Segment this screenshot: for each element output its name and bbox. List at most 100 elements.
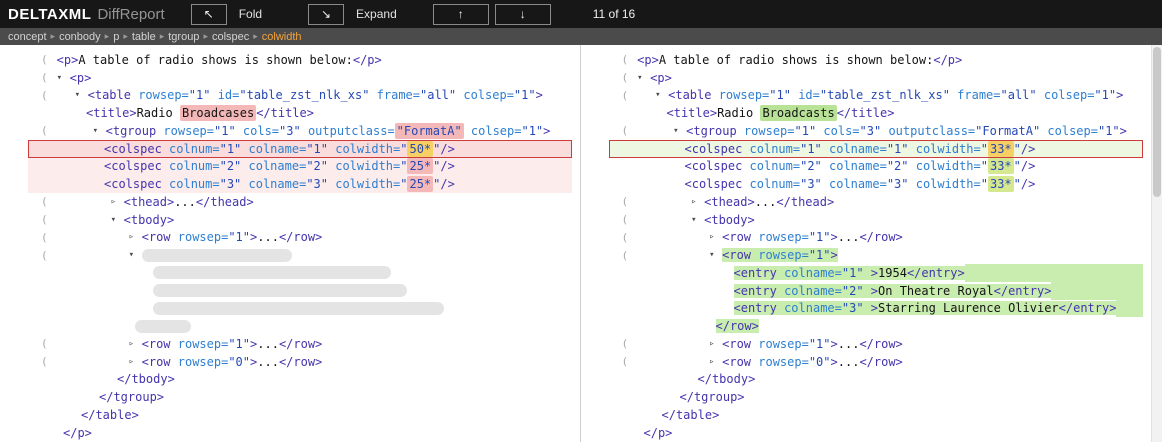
fold-region-mark[interactable]: ( <box>622 231 629 244</box>
diff-token: 33* <box>988 141 1014 157</box>
ghost-content-bar <box>135 320 191 333</box>
code-token: <colspec <box>104 142 162 156</box>
code-token: "all" <box>1001 88 1037 102</box>
fold-region-mark[interactable]: ( <box>622 213 629 226</box>
fold-region-mark[interactable]: ( <box>622 89 629 102</box>
code-token: <colspec <box>685 177 743 191</box>
fold-button[interactable]: ↖ <box>191 4 227 25</box>
expand-button[interactable]: ↘ <box>308 4 344 25</box>
fold-closed-icon[interactable]: ▹ <box>691 197 704 207</box>
code-token: "1" <box>800 142 822 156</box>
code-line: <entry colname="2" >On Theatre Royal</en… <box>581 282 1152 300</box>
code-line: (<p>A table of radio shows is shown belo… <box>0 51 580 69</box>
previous-diff-button[interactable]: ↑ <box>433 4 489 25</box>
code-token: colname= <box>777 284 842 298</box>
fold-closed-icon[interactable]: ▹ <box>129 357 142 367</box>
code-token: ... <box>838 337 860 351</box>
code-token: "table_zst_nlk_xs" <box>239 88 369 102</box>
fold-open-icon[interactable]: ▾ <box>57 73 70 83</box>
code-token: > <box>1116 88 1123 102</box>
code-token: " <box>981 177 988 191</box>
scrollbar-thumb[interactable] <box>1153 47 1161 197</box>
code-token: <entry <box>734 266 777 280</box>
code-token: " <box>400 177 407 191</box>
code-token: </entry> <box>994 284 1052 298</box>
fold-open-icon[interactable]: ▾ <box>75 90 88 100</box>
fold-closed-icon[interactable]: ▹ <box>129 232 142 242</box>
code-token: colwidth= <box>909 159 981 173</box>
fold-region-mark[interactable]: ( <box>41 231 48 244</box>
code-token: <p> <box>57 53 79 67</box>
fold-region-mark[interactable]: ( <box>622 355 629 368</box>
fold-open-icon[interactable]: ▾ <box>655 90 668 100</box>
breadcrumb-separator-icon: ▸ <box>160 31 165 42</box>
code-token: colname= <box>822 142 887 156</box>
fold-region-mark[interactable]: ( <box>41 213 48 226</box>
fold-region-mark[interactable]: ( <box>41 89 48 102</box>
code-token: colwidth= <box>328 177 400 191</box>
inserted-block-fill <box>1051 282 1143 300</box>
fold-region-mark[interactable]: ( <box>41 249 48 262</box>
fold-region-mark[interactable]: ( <box>622 53 629 66</box>
fold-region-mark[interactable]: ( <box>41 53 48 66</box>
fold-closed-icon[interactable]: ▹ <box>111 197 124 207</box>
breadcrumb-item-tgroup[interactable]: tgroup <box>168 31 199 43</box>
code-line: <colspec colnum="3" colname="3" colwidth… <box>0 175 580 193</box>
fold-region-mark[interactable]: ( <box>622 249 629 262</box>
fold-arrow-icon: ↖ <box>204 7 214 21</box>
breadcrumb-item-concept[interactable]: concept <box>8 31 47 43</box>
breadcrumb-item-conbody[interactable]: conbody <box>59 31 101 43</box>
code-token: A table of radio shows is shown below: <box>659 53 934 67</box>
code-token: </thead> <box>196 195 254 209</box>
code-token: id= <box>791 88 820 102</box>
fold-open-icon[interactable]: ▾ <box>111 215 124 225</box>
breadcrumb-item-colwidth[interactable]: colwidth <box>262 31 302 43</box>
fold-closed-icon[interactable]: ▹ <box>709 357 722 367</box>
code-token: <table <box>88 88 131 102</box>
fold-region-mark[interactable]: ( <box>622 337 629 350</box>
code-token: </row> <box>279 355 322 369</box>
code-token: <colspec <box>104 159 162 173</box>
code-token: colname= <box>822 177 887 191</box>
fold-region-mark[interactable]: ( <box>41 124 48 137</box>
vertical-scrollbar[interactable] <box>1151 45 1162 442</box>
diff-token: "FormatA" <box>395 123 464 139</box>
fold-region-mark[interactable]: ( <box>41 71 48 84</box>
code-line <box>0 264 580 282</box>
fold-region-mark[interactable]: ( <box>622 195 629 208</box>
code-token: colnum= <box>162 142 220 156</box>
breadcrumb-item-colspec[interactable]: colspec <box>212 31 249 43</box>
fold-open-icon[interactable]: ▾ <box>673 126 686 136</box>
code-token: "2" <box>842 284 864 298</box>
fold-region-mark[interactable]: ( <box>622 124 629 137</box>
fold-open-icon[interactable]: ▾ <box>709 250 722 260</box>
fold-closed-icon[interactable]: ▹ <box>709 232 722 242</box>
code-token: <tbody> <box>704 213 755 227</box>
breadcrumb-item-p[interactable]: p <box>113 31 119 43</box>
code-token: colname= <box>777 301 842 315</box>
code-token: "1" <box>769 88 791 102</box>
code-token: <p> <box>637 53 659 67</box>
code-line: ( <p>A table of radio shows is shown belo… <box>581 51 1152 69</box>
code-token: rowsep= <box>711 88 769 102</box>
fold-open-icon[interactable]: ▾ <box>691 215 704 225</box>
fold-closed-icon[interactable]: ▹ <box>129 339 142 349</box>
diff-token: 50* <box>407 141 433 157</box>
code-line: (▾<tbody> <box>0 211 580 229</box>
fold-open-icon[interactable]: ▾ <box>93 126 106 136</box>
fold-open-icon[interactable]: ▾ <box>129 250 142 260</box>
fold-region-mark[interactable]: ( <box>41 195 48 208</box>
code-token: " <box>433 142 440 156</box>
inserted-block-fill <box>1116 300 1143 318</box>
code-line: (▾<row rowsep="1"> <box>581 246 1152 264</box>
code-token: frame= <box>369 88 420 102</box>
fold-closed-icon[interactable]: ▹ <box>709 339 722 349</box>
fold-region-mark[interactable]: ( <box>41 355 48 368</box>
breadcrumb-item-table[interactable]: table <box>132 31 156 43</box>
fold-region-mark[interactable]: ( <box>622 71 629 84</box>
next-diff-button[interactable]: ↓ <box>495 4 551 25</box>
code-line: (▹<row rowsep="0">...</row> <box>581 353 1152 371</box>
fold-region-mark[interactable]: ( <box>41 337 48 350</box>
code-token: colname= <box>241 177 306 191</box>
fold-open-icon[interactable]: ▾ <box>637 73 650 83</box>
